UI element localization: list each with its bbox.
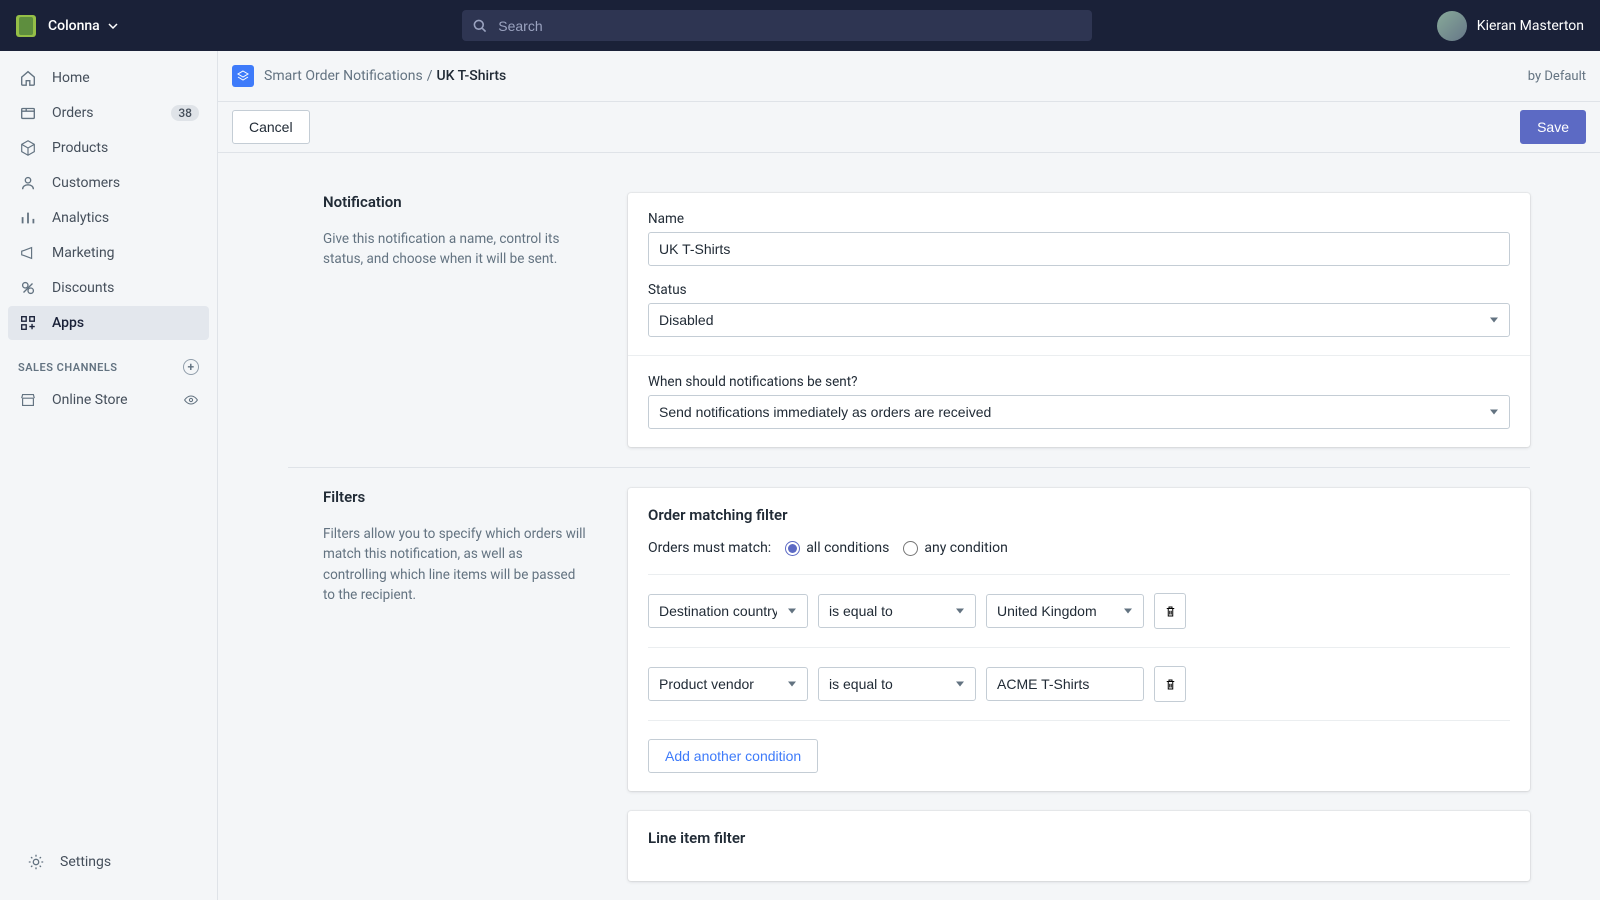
avatar (1437, 11, 1467, 41)
store-selector[interactable]: Colonna (48, 18, 118, 34)
breadcrumb-separator: / (427, 68, 433, 84)
sidebar-item-marketing[interactable]: Marketing (8, 236, 209, 270)
line-item-filter-card: Line item filter (628, 811, 1530, 881)
breadcrumb-by: by Default (1528, 69, 1586, 84)
main-content: Smart Order Notifications / UK T-Shirts … (218, 51, 1600, 900)
match-any-radio[interactable]: any condition (903, 540, 1008, 556)
store-name: Colonna (48, 18, 100, 34)
cancel-button[interactable]: Cancel (232, 110, 310, 144)
sidebar: Home Orders 38 Products Customers Analyt… (0, 51, 218, 900)
sidebar-item-settings[interactable]: Settings (16, 845, 201, 879)
delete-condition-button[interactable] (1154, 593, 1186, 629)
chevron-down-icon (108, 23, 118, 29)
trash-icon (1163, 604, 1178, 619)
status-label: Status (648, 282, 1510, 298)
marketing-icon (18, 243, 38, 263)
sidebar-item-label: Customers (52, 175, 120, 191)
orders-icon (18, 103, 38, 123)
user-name: Kieran Masterton (1477, 18, 1584, 34)
store-icon (18, 390, 38, 410)
breadcrumb-current: UK T-Shirts (437, 68, 507, 84)
products-icon (18, 138, 38, 158)
line-item-filter-title: Line item filter (648, 829, 1510, 847)
name-input[interactable] (648, 232, 1510, 266)
sidebar-item-products[interactable]: Products (8, 131, 209, 165)
add-channel-icon[interactable]: + (183, 359, 199, 375)
sidebar-item-label: Discounts (52, 280, 114, 296)
condition-op-select[interactable]: is equal to (818, 594, 976, 628)
section-title: Notification (323, 193, 588, 211)
apps-icon (18, 313, 38, 333)
gear-icon (26, 852, 46, 872)
breadcrumb: Smart Order Notifications / UK T-Shirts … (218, 51, 1600, 102)
search-field[interactable] (462, 10, 1092, 41)
match-prefix: Orders must match: (648, 540, 771, 556)
sidebar-item-apps[interactable]: Apps (8, 306, 209, 340)
sidebar-item-label: Online Store (52, 392, 128, 408)
eye-icon[interactable] (183, 392, 199, 408)
section-description: Give this notification a name, control i… (323, 229, 588, 270)
app-icon (232, 65, 254, 87)
condition-row: Product vendor is equal to (648, 647, 1510, 720)
sidebar-item-customers[interactable]: Customers (8, 166, 209, 200)
discounts-icon (18, 278, 38, 298)
section-description: Filters allow you to specify which order… (323, 524, 588, 605)
status-select[interactable]: Disabled (648, 303, 1510, 337)
sidebar-item-label: Home (52, 70, 90, 86)
sidebar-item-label: Products (52, 140, 108, 156)
orders-badge: 38 (171, 105, 199, 121)
analytics-icon (18, 208, 38, 228)
match-mode-row: Orders must match: all conditions any co… (648, 540, 1510, 556)
add-condition-button[interactable]: Add another condition (648, 739, 818, 773)
customers-icon (18, 173, 38, 193)
condition-field-select[interactable]: Product vendor (648, 667, 808, 701)
condition-value-select[interactable]: United Kingdom (986, 594, 1144, 628)
search-icon (472, 18, 488, 34)
sidebar-item-home[interactable]: Home (8, 61, 209, 95)
save-button[interactable]: Save (1520, 110, 1586, 144)
match-all-radio[interactable]: all conditions (785, 540, 889, 556)
condition-value-input[interactable] (986, 667, 1144, 701)
sidebar-item-label: Analytics (52, 210, 109, 226)
name-label: Name (648, 211, 1510, 227)
shopify-logo-icon (16, 15, 36, 37)
filters-section: Filters Filters allow you to specify whi… (288, 467, 1530, 900)
search-container (118, 10, 1437, 41)
home-icon (18, 68, 38, 88)
channels-heading: SALES CHANNELS + (0, 341, 217, 383)
condition-field-select[interactable]: Destination country (648, 594, 808, 628)
section-title: Filters (323, 488, 588, 506)
user-menu[interactable]: Kieran Masterton (1437, 11, 1584, 41)
when-label: When should notifications be sent? (648, 374, 1510, 390)
sidebar-item-label: Orders (52, 105, 94, 121)
sidebar-item-label: Settings (60, 854, 111, 870)
top-bar: Colonna Kieran Masterton (0, 0, 1600, 51)
condition-op-select[interactable]: is equal to (818, 667, 976, 701)
notification-section: Notification Give this notification a na… (288, 173, 1530, 467)
search-input[interactable] (498, 18, 1082, 34)
actions-bar: Cancel Save (218, 102, 1600, 153)
delete-condition-button[interactable] (1154, 666, 1186, 702)
sidebar-item-label: Apps (52, 315, 84, 331)
condition-row: Destination country is equal to United K… (648, 575, 1510, 647)
when-select[interactable]: Send notifications immediately as orders… (648, 395, 1510, 429)
sidebar-item-online-store[interactable]: Online Store (8, 383, 209, 417)
sidebar-item-discounts[interactable]: Discounts (8, 271, 209, 305)
sidebar-item-orders[interactable]: Orders 38 (8, 96, 209, 130)
filter-card-title: Order matching filter (648, 506, 1510, 524)
sidebar-item-analytics[interactable]: Analytics (8, 201, 209, 235)
trash-icon (1163, 677, 1178, 692)
breadcrumb-app[interactable]: Smart Order Notifications (264, 68, 423, 84)
sidebar-item-label: Marketing (52, 245, 115, 261)
